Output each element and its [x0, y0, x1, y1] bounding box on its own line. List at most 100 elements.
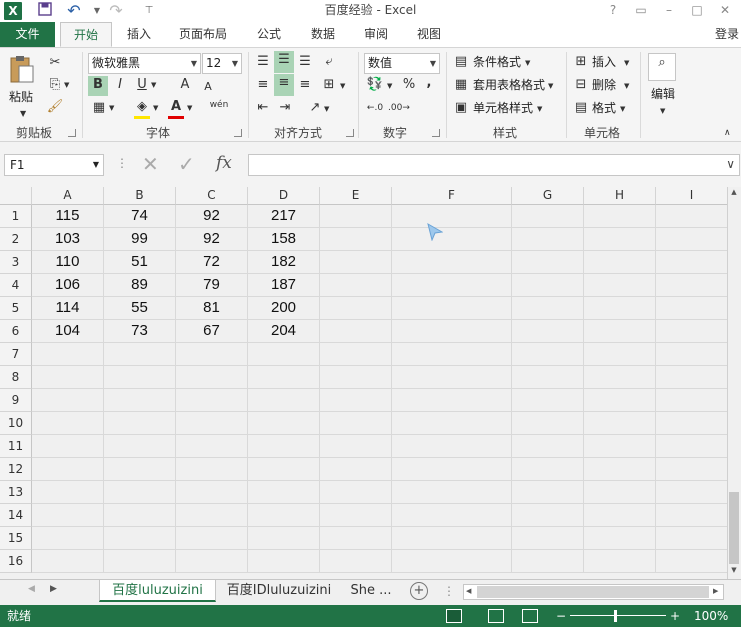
row-header[interactable]: 16 [0, 550, 32, 573]
cell[interactable] [584, 274, 656, 297]
zoom-slider-track[interactable] [570, 615, 666, 616]
cell[interactable] [392, 343, 512, 366]
orientation-dropdown-icon[interactable]: ▼ [324, 100, 329, 118]
maximize-icon[interactable]: □ [684, 0, 710, 22]
scroll-right-icon[interactable]: ▶ [713, 587, 718, 595]
cell[interactable] [584, 550, 656, 573]
cell[interactable] [320, 274, 392, 297]
fill-color-icon[interactable]: ◈ [133, 98, 151, 116]
cell[interactable]: 204 [248, 320, 320, 343]
cell[interactable]: 89 [104, 274, 176, 297]
cell[interactable] [512, 412, 584, 435]
cell[interactable] [32, 504, 104, 527]
font-launcher-icon[interactable] [234, 129, 242, 137]
sheet-prev-icon[interactable]: ◀ [28, 584, 35, 594]
cell[interactable]: 74 [104, 205, 176, 228]
cell[interactable]: 73 [104, 320, 176, 343]
delete-dropdown-icon[interactable]: ▼ [624, 77, 629, 95]
paste-dropdown-icon[interactable]: ▼ [20, 105, 26, 123]
align-top-icon[interactable]: ☰ [254, 53, 272, 71]
grow-font-button[interactable]: A [177, 76, 193, 94]
cell[interactable] [104, 366, 176, 389]
alignment-launcher-icon[interactable] [346, 129, 354, 137]
cell[interactable] [32, 435, 104, 458]
cell[interactable]: 187 [248, 274, 320, 297]
cell[interactable] [392, 412, 512, 435]
cell[interactable] [320, 343, 392, 366]
cell[interactable] [584, 205, 656, 228]
cell[interactable] [656, 274, 727, 297]
copy-icon[interactable]: ⎘ [46, 76, 64, 94]
insert-cells-icon[interactable]: ⊞ [572, 53, 590, 71]
align-middle-icon[interactable]: ☰ [274, 51, 294, 73]
cell[interactable] [392, 550, 512, 573]
cell[interactable] [584, 527, 656, 550]
cell[interactable]: 200 [248, 297, 320, 320]
cell[interactable] [392, 205, 512, 228]
cell[interactable] [584, 389, 656, 412]
cell[interactable]: 182 [248, 251, 320, 274]
cell[interactable] [176, 458, 248, 481]
table-dropdown-icon[interactable]: ▼ [548, 77, 553, 95]
underline-dropdown-icon[interactable]: ▼ [151, 76, 156, 94]
cell[interactable] [104, 435, 176, 458]
row-header[interactable]: 3 [0, 251, 32, 274]
cell[interactable]: 92 [176, 228, 248, 251]
cell[interactable] [584, 343, 656, 366]
decrease-indent-icon[interactable]: ⇤ [254, 99, 272, 117]
cell[interactable] [512, 297, 584, 320]
normal-view-icon[interactable] [446, 609, 462, 623]
column-header[interactable]: F [392, 187, 512, 205]
tab-home[interactable]: 开始 [60, 22, 112, 47]
cell[interactable] [320, 458, 392, 481]
cell[interactable]: 158 [248, 228, 320, 251]
add-sheet-icon[interactable]: + [410, 582, 428, 600]
cell[interactable] [104, 458, 176, 481]
column-header[interactable]: E [320, 187, 392, 205]
conditional-dropdown-icon[interactable]: ▼ [525, 54, 530, 72]
cell[interactable] [248, 343, 320, 366]
cell-styles-icon[interactable]: ▣ [452, 99, 470, 117]
sheet-tab[interactable]: 百度IDluluzuizini [220, 580, 338, 602]
cell[interactable] [104, 343, 176, 366]
insert-cells-button[interactable]: 插入 [592, 53, 616, 71]
format-as-table-icon[interactable]: ▦ [452, 76, 470, 94]
cell[interactable] [584, 297, 656, 320]
cell[interactable] [320, 504, 392, 527]
row-header[interactable]: 15 [0, 527, 32, 550]
cell[interactable] [656, 251, 727, 274]
cell[interactable] [320, 481, 392, 504]
column-header[interactable]: C [176, 187, 248, 205]
page-break-view-icon[interactable] [522, 609, 538, 623]
column-header[interactable]: D [248, 187, 320, 205]
cell[interactable] [392, 274, 512, 297]
cell[interactable] [512, 205, 584, 228]
cell[interactable] [584, 458, 656, 481]
close-icon[interactable]: ✕ [712, 0, 738, 22]
font-name-select[interactable]: 微软雅黑 ▼ [88, 53, 201, 74]
cell[interactable] [32, 481, 104, 504]
cell[interactable] [176, 389, 248, 412]
number-format-select[interactable]: 数值 ▼ [364, 53, 440, 74]
row-header[interactable]: 10 [0, 412, 32, 435]
cell[interactable] [656, 389, 727, 412]
wrap-text-icon[interactable]: ⤶ [320, 53, 338, 71]
cut-icon[interactable]: ✂ [46, 54, 64, 72]
sheet-next-icon[interactable]: ▶ [50, 584, 57, 594]
cell[interactable] [104, 550, 176, 573]
cell[interactable] [320, 228, 392, 251]
cell[interactable] [656, 297, 727, 320]
cell[interactable]: 106 [32, 274, 104, 297]
horizontal-scroll-thumb[interactable] [477, 586, 709, 598]
align-left-icon[interactable]: ≡ [254, 76, 272, 94]
cell[interactable] [248, 412, 320, 435]
align-center-icon[interactable]: ≡ [274, 74, 294, 96]
cell[interactable] [104, 412, 176, 435]
cell[interactable] [656, 412, 727, 435]
cell[interactable] [512, 343, 584, 366]
cell[interactable]: 115 [32, 205, 104, 228]
cell[interactable] [392, 504, 512, 527]
cell[interactable] [656, 435, 727, 458]
cell[interactable]: 104 [32, 320, 104, 343]
scroll-up-icon[interactable]: ▲ [729, 188, 739, 202]
